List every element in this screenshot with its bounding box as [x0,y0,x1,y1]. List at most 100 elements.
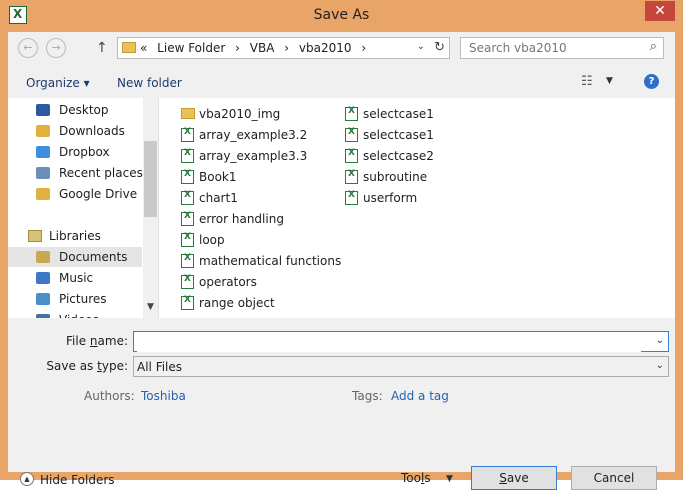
file-name-label: File name: [66,334,128,348]
window-title: Save As [313,7,370,23]
crumb-separator-icon[interactable]: › [284,41,289,55]
save-as-type-label: Save as type: [46,359,128,373]
chevron-down-icon[interactable]: ⌄ [417,41,425,52]
tools-button[interactable]: Tools [401,471,431,485]
new-folder-button[interactable]: New folder [117,76,182,90]
authors-value[interactable]: Toshiba [141,389,186,403]
navigation-pane: Desktop Downloads Dropbox Recent places … [8,98,159,318]
excel-file-icon [345,127,358,142]
title-bar: Save As ✕ [0,0,683,32]
dialog-body: ← → ↑ « Liew Folder › VBA › vba2010 › ⌄ … [8,32,675,490]
file-name: selectcase2 [363,149,434,163]
file-name: loop [199,233,225,247]
close-button[interactable]: ✕ [645,1,675,21]
file-name: Book1 [199,170,237,184]
address-bar[interactable]: « Liew Folder › VBA › vba2010 › ⌄ ↻ [117,37,450,59]
excel-file-icon [345,169,358,184]
folder-icon [122,42,136,53]
file-list: vba2010_img array_example3.2 array_examp… [159,98,675,318]
search-icon[interactable]: ⌕ [650,39,657,54]
file-name: operators [199,275,257,289]
excel-file-icon [181,127,194,142]
search-box[interactable]: Search vba2010 ⌕ [460,37,664,59]
file-name: range object [199,296,275,310]
music-icon [36,272,50,284]
nav-scroll-thumb[interactable] [144,141,157,217]
sidebar-item-label: Dropbox [59,145,110,159]
sidebar-item-label: Music [59,271,94,285]
refresh-icon[interactable]: ↻ [434,40,445,55]
overflow-chevron-icon[interactable]: « [140,41,147,55]
sidebar-item-label: Recent places [59,166,143,180]
downloads-icon [36,125,50,137]
tools-dropdown-icon[interactable]: ▼ [446,474,453,484]
file-name: error handling [199,212,284,226]
authors-label: Authors: [84,389,135,403]
dropbox-icon [36,146,50,158]
excel-file-icon [181,148,194,163]
excel-file-icon [181,211,194,226]
sidebar-item-label: Documents [59,250,128,264]
crumb-separator-icon[interactable]: › [361,41,366,55]
excel-file-icon [345,106,358,121]
chevron-down-icon[interactable]: ⌄ [656,360,664,371]
save-button[interactable]: Save [471,466,557,490]
file-name-input[interactable] [137,333,641,352]
excel-file-icon [181,295,194,310]
pictures-icon [36,293,50,305]
excel-file-icon [181,253,194,268]
forward-button[interactable]: → [46,38,66,58]
sidebar-item-label: Google Drive [59,187,138,201]
crumb-separator-icon[interactable]: › [235,41,240,55]
file-name: selectcase1 [363,107,434,121]
sidebar-item-label: Videos [59,310,99,318]
sidebar-item-label: Libraries [49,229,101,243]
crumb-vba[interactable]: VBA [250,41,275,55]
up-folder-button[interactable]: ↑ [96,40,108,56]
excel-file-icon [181,190,194,205]
google-drive-icon [36,188,50,200]
save-form: File name: ⌄ Save as type: All Files ⌄ A… [8,319,675,490]
file-name: selectcase1 [363,128,434,142]
folder-icon [181,108,195,119]
sidebar-item-label: Pictures [59,292,107,306]
collapse-icon: ▲ [20,472,34,486]
crumb-vba2010[interactable]: vba2010 [299,41,352,55]
libraries-icon [28,230,42,242]
excel-file-icon [181,274,194,289]
crumb-liew-folder[interactable]: Liew Folder [157,41,225,55]
file-name: vba2010_img [199,107,281,121]
file-name-field[interactable]: ⌄ [133,331,669,352]
view-dropdown-icon[interactable]: ▼ [606,76,613,86]
excel-file-icon [181,169,194,184]
excel-file-icon [181,232,194,247]
save-as-dialog: Save As ✕ ← → ↑ « Liew Folder › VBA › vb… [0,0,683,490]
file-name: mathematical functions [199,254,342,268]
organize-button[interactable]: Organize ▾ [26,76,90,90]
file-name: subroutine [363,170,428,184]
add-tag-link[interactable]: Add a tag [391,389,449,403]
sidebar-item-label: Downloads [59,124,125,138]
chevron-down-icon[interactable]: ⌄ [656,335,664,346]
recent-places-icon [36,167,50,179]
tags-label: Tags: [352,389,383,403]
save-as-type-select[interactable]: All Files ⌄ [133,356,669,377]
desktop-icon [36,104,50,116]
save-as-type-value: All Files [137,360,183,374]
sidebar-item-label: Desktop [59,103,109,117]
sidebar-item-documents[interactable]: Documents [8,247,142,267]
hide-folders-label: Hide Folders [40,473,115,487]
search-placeholder: Search vba2010 [469,41,567,55]
excel-file-icon [345,190,358,205]
view-options-icon[interactable]: ☷ [581,74,593,89]
help-icon[interactable]: ? [644,74,659,89]
back-button[interactable]: ← [18,38,38,58]
file-name: array_example3.3 [199,149,308,163]
cancel-button[interactable]: Cancel [571,466,657,490]
documents-icon [36,251,50,263]
file-name: chart1 [199,191,238,205]
scroll-down-icon[interactable]: ▼ [144,302,157,312]
file-name: userform [363,191,418,205]
excel-file-icon [345,148,358,163]
toolbar: Organize ▾ New folder ☷ ▼ ? [8,68,675,98]
